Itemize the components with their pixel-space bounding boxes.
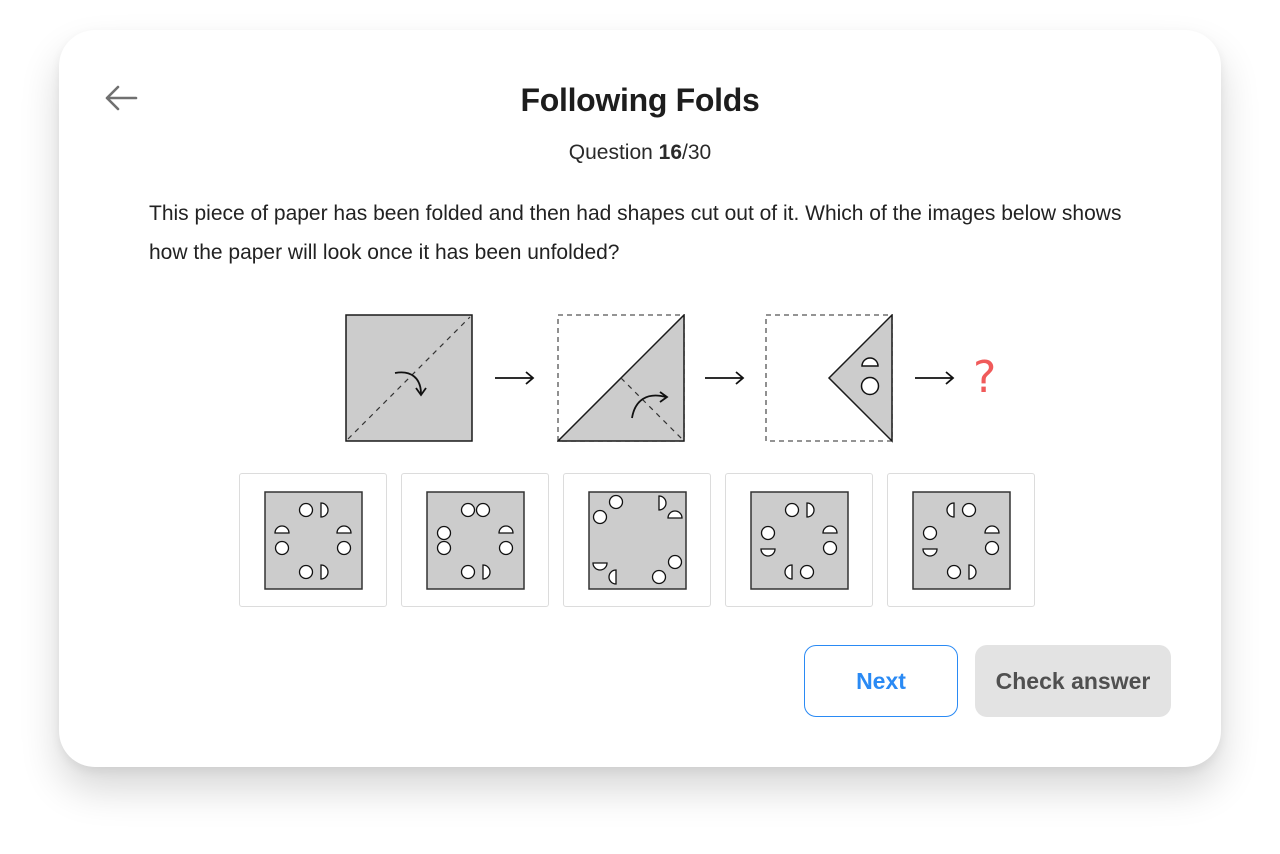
option-d-image bbox=[750, 491, 849, 590]
check-answer-button[interactable]: Check answer bbox=[975, 645, 1171, 717]
counter-total: /30 bbox=[682, 141, 712, 164]
counter-current: 16 bbox=[658, 141, 683, 164]
answer-option-d[interactable] bbox=[725, 473, 873, 607]
answer-option-b[interactable] bbox=[401, 473, 549, 607]
question-text: This piece of paper has been folded and … bbox=[149, 202, 1122, 264]
option-c-image bbox=[588, 491, 687, 590]
arrow-right-icon bbox=[705, 371, 745, 385]
fold-step-2 bbox=[557, 314, 685, 442]
page-title: Following Folds bbox=[520, 82, 760, 118]
answer-option-a[interactable] bbox=[239, 473, 387, 607]
fold-step-3 bbox=[765, 314, 893, 443]
option-b-image bbox=[426, 491, 525, 590]
option-a-image bbox=[264, 491, 363, 590]
counter-prefix: Question bbox=[568, 141, 659, 164]
option-e-image bbox=[912, 491, 1011, 590]
quiz-card: Following Folds Question 16/30 This piec… bbox=[59, 30, 1221, 767]
answer-option-e[interactable] bbox=[887, 473, 1035, 607]
arrow-right-icon bbox=[915, 371, 955, 385]
question-counter: Question 16/30 bbox=[59, 141, 1221, 165]
next-button[interactable]: Next bbox=[804, 645, 958, 717]
arrow-right-icon bbox=[495, 371, 535, 385]
answer-option-c[interactable] bbox=[563, 473, 711, 607]
fold-step-1 bbox=[345, 314, 473, 442]
unknown-result-question-mark: ? bbox=[973, 352, 997, 403]
